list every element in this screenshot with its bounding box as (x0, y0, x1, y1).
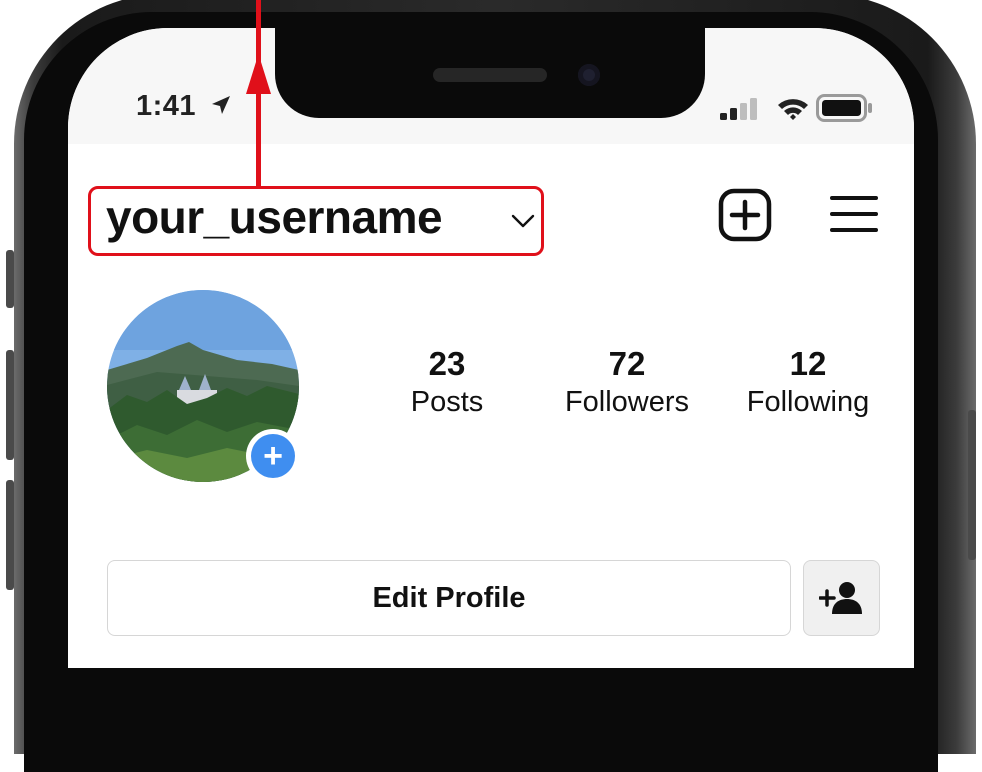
discover-people-button[interactable] (803, 560, 880, 636)
side-button (6, 250, 14, 308)
status-bar: 1:41 (68, 28, 914, 144)
plus-icon: + (251, 434, 295, 478)
side-button (6, 480, 14, 590)
menu-icon[interactable] (830, 194, 878, 234)
annotation-arrow-head (246, 54, 271, 94)
wifi-icon (778, 99, 808, 120)
battery-icon (816, 94, 872, 122)
stat-posts[interactable]: 23 Posts (387, 344, 507, 420)
speaker (433, 68, 547, 82)
notch (275, 28, 705, 118)
add-person-icon (818, 582, 862, 614)
cellular-signal-icon (720, 98, 757, 120)
stat-followers[interactable]: 72 Followers (552, 344, 702, 420)
edit-profile-button[interactable]: Edit Profile (107, 560, 791, 636)
side-button (968, 410, 976, 560)
username-switcher[interactable]: your_username (106, 188, 443, 246)
posts-label: Posts (410, 386, 484, 418)
status-time: 1:41 (136, 90, 197, 122)
front-camera (578, 64, 600, 86)
side-button (6, 350, 14, 460)
following-label: Following (746, 386, 870, 418)
location-arrow-icon (212, 96, 230, 114)
posts-count: 23 (428, 345, 466, 382)
followers-count: 72 (608, 345, 646, 382)
following-count: 12 (789, 345, 827, 382)
followers-label: Followers (564, 386, 690, 418)
add-story-button[interactable]: + (246, 429, 300, 483)
chevron-down-icon[interactable] (510, 212, 536, 230)
new-post-icon[interactable] (718, 188, 772, 242)
stat-following[interactable]: 12 Following (734, 344, 882, 420)
